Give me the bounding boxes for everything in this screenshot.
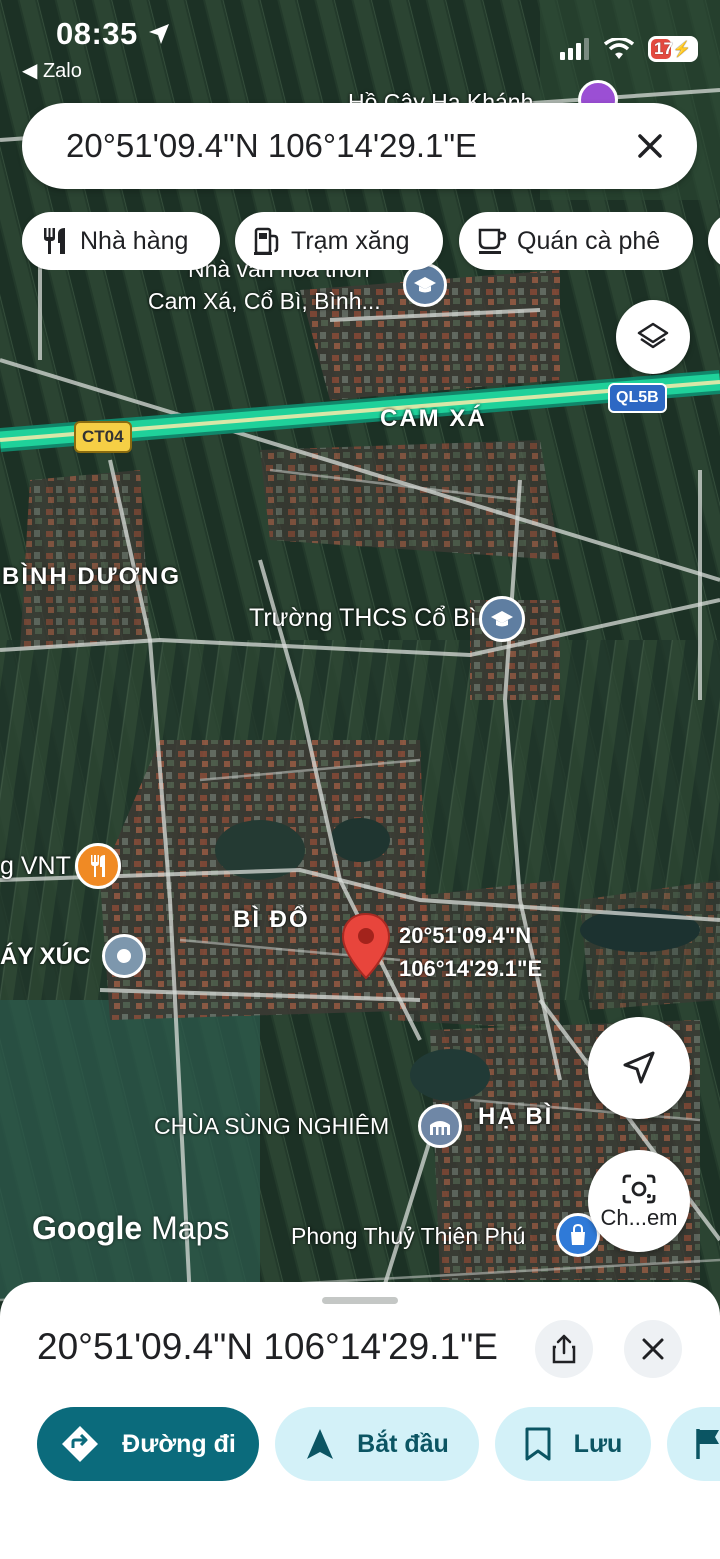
drag-handle[interactable] [322, 1297, 398, 1304]
cellular-signal-icon [560, 38, 589, 60]
status-time: 08:35 [56, 16, 171, 52]
save-label: Lưu [573, 1429, 623, 1458]
area-label-bi-do[interactable]: BÌ ĐỔ [233, 906, 310, 934]
pin-label-lat[interactable]: 20°51'09.4"N [399, 923, 531, 949]
place-label-pagoda[interactable]: CHÙA SÙNG NGHIÊM [154, 1113, 389, 1140]
google-maps-logo: Google Maps [32, 1210, 229, 1247]
chip-label: Quán cà phê [517, 226, 661, 255]
chip-gas-stations[interactable]: Trạm xăng [235, 212, 443, 270]
my-location-button[interactable] [588, 1017, 690, 1119]
generic-pin-icon[interactable] [102, 934, 146, 978]
place-label-school[interactable]: Trường THCS Cổ Bì [249, 604, 477, 633]
wifi-icon [604, 38, 634, 59]
action-buttons-row: Đường đi Bắt đầu Lưu [0, 1407, 720, 1483]
share-button[interactable] [535, 1320, 593, 1378]
sheet-title-coordinates: 20°51'09.4"N 106°14'29.1"E [37, 1326, 498, 1367]
place-label-culture-house-2[interactable]: Cam Xá, Cổ Bì, Bình... [148, 288, 381, 315]
category-chips: Nhà hàng Trạm xăng Quán cà phê [22, 212, 720, 270]
save-button[interactable]: Lưu [495, 1407, 651, 1481]
layers-button[interactable] [616, 300, 690, 374]
road-shield-ct04: CT04 [74, 421, 132, 453]
layers-icon [637, 322, 669, 349]
area-label-binh-duong[interactable]: BÌNH DƯƠNG [2, 563, 181, 591]
more-actions-button[interactable] [667, 1407, 720, 1481]
status-bar: 08:35 ◀ Zalo 17 ⚡ [0, 0, 720, 90]
coffee-icon [478, 228, 507, 254]
logo-maps: Maps [151, 1210, 230, 1246]
place-label-phong-thuy[interactable]: Phong Thuỷ Thiên Phú [291, 1223, 525, 1250]
place-bottom-sheet[interactable]: 20°51'09.4"N 106°14'29.1"E Đường đi Bắt … [0, 1282, 720, 1559]
close-sheet-button[interactable] [624, 1320, 682, 1378]
lens-button[interactable]: Ch...em [588, 1150, 690, 1252]
search-query[interactable]: 20°51'09.4"N 106°14'29.1"E [66, 127, 477, 165]
start-button[interactable]: Bắt đầu [275, 1407, 479, 1481]
bookmark-icon [525, 1427, 551, 1461]
battery-level: 17 [654, 39, 673, 58]
back-to-app-link[interactable]: ◀ Zalo [22, 58, 82, 83]
location-arrow-icon [148, 24, 169, 44]
restaurant-pin-icon[interactable] [75, 843, 121, 889]
lens-label: Ch...em [600, 1205, 678, 1230]
directions-label: Đường đi [122, 1429, 236, 1458]
search-bar[interactable]: 20°51'09.4"N 106°14'29.1"E [22, 103, 697, 189]
area-label-ha-bi[interactable]: HẠ BÌ [478, 1103, 553, 1131]
chip-restaurants[interactable]: Nhà hàng [22, 212, 220, 270]
chip-more[interactable] [708, 212, 720, 270]
logo-google: Google [32, 1210, 143, 1246]
camera-lens-icon [622, 1174, 656, 1204]
gas-station-icon [254, 227, 279, 255]
share-icon [552, 1334, 576, 1364]
place-label-may-xuc[interactable]: ÁY XÚC [0, 943, 90, 971]
area-label-cam-xa[interactable]: CAM XÁ [380, 405, 487, 433]
dropped-pin-icon[interactable] [340, 912, 392, 982]
temple-pin-icon[interactable] [418, 1104, 462, 1148]
place-label-vnt[interactable]: g VNT [0, 852, 71, 881]
fork-knife-icon [44, 228, 65, 254]
chip-label: Trạm xăng [291, 226, 410, 255]
directions-button[interactable]: Đường đi [37, 1407, 259, 1481]
close-icon[interactable] [629, 125, 671, 167]
directions-icon [62, 1426, 99, 1462]
school-pin-icon[interactable] [479, 596, 525, 642]
road-shield-ql5b: QL5B [608, 383, 667, 413]
flag-icon [696, 1429, 719, 1459]
close-icon [642, 1338, 664, 1360]
navigation-arrow-icon [307, 1429, 334, 1459]
battery-icon: 17 ⚡ [648, 36, 698, 62]
navigation-arrow-icon [623, 1051, 655, 1084]
chip-label: Nhà hàng [80, 226, 189, 255]
pin-label-lng[interactable]: 106°14'29.1"E [399, 956, 542, 982]
start-label: Bắt đầu [357, 1429, 449, 1458]
chip-coffee[interactable]: Quán cà phê [459, 212, 693, 270]
